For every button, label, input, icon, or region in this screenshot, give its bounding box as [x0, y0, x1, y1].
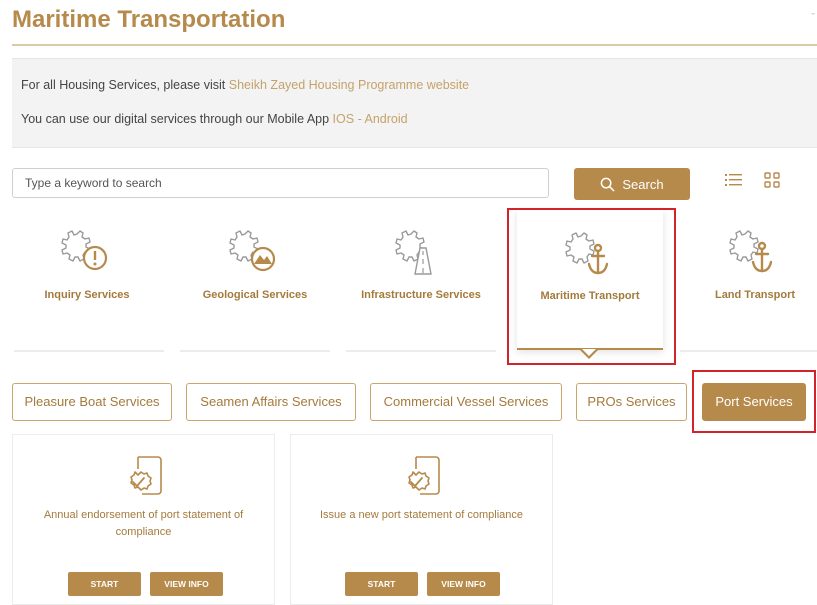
gear-road-icon: [395, 230, 432, 275]
subtab-pleasure-boat-services[interactable]: Pleasure Boat Services: [12, 383, 172, 421]
category-underline: [14, 350, 164, 352]
list-view-icon: [725, 174, 742, 186]
category-label: Land Transport: [714, 289, 796, 301]
category-label: Inquiry Services: [44, 289, 130, 301]
notice-mobile-text: You can use our digital services through…: [21, 112, 333, 126]
notice-box: For all Housing Services, please visit S…: [12, 58, 817, 148]
category-underline: [346, 350, 496, 352]
grid-view-icon: [764, 172, 780, 188]
gear-anchor-icon: [565, 232, 609, 275]
search-input[interactable]: [12, 168, 549, 198]
category-infrastructure-services[interactable]: Infrastructure Services: [346, 228, 496, 318]
housing-programme-link[interactable]: Sheikh Zayed Housing Programme website: [229, 78, 469, 92]
active-category-pointer-fill: [582, 349, 596, 356]
category-underline: [680, 350, 817, 352]
title-divider: [12, 44, 817, 46]
document-check-icon: [130, 456, 162, 495]
gear-mountain-icon: [229, 230, 276, 272]
category-label: Infrastructure Services: [361, 289, 481, 301]
service-card: Annual endorsement of port statement of …: [12, 434, 275, 605]
notice-housing-text: For all Housing Services, please visit: [21, 78, 229, 92]
search-button-label: Search: [622, 176, 664, 192]
service-title: Annual endorsement of port statement of …: [43, 509, 244, 538]
ios-app-link[interactable]: IOS: [333, 112, 355, 126]
gear-exclamation-icon: [61, 230, 108, 271]
category-label: Maritime Transport: [540, 290, 640, 302]
category-maritime-transport[interactable]: Maritime Transport: [517, 210, 663, 350]
subtab-commercial-vessel-services[interactable]: Commercial Vessel Services: [370, 383, 562, 421]
page-title: Maritime Transportation: [12, 6, 286, 33]
document-check-icon: [408, 456, 440, 495]
category-land-transport[interactable]: Land Transport: [680, 228, 817, 318]
start-button[interactable]: START: [68, 572, 141, 596]
start-button[interactable]: START: [345, 572, 418, 596]
search-icon: [601, 177, 615, 192]
android-app-link[interactable]: Android: [365, 112, 408, 126]
view-info-button[interactable]: VIEW INFO: [427, 572, 500, 596]
category-geological-services[interactable]: Geological Services: [180, 228, 330, 318]
notice-line-mobile: You can use our digital services through…: [21, 112, 408, 126]
view-info-button[interactable]: VIEW INFO: [150, 572, 223, 596]
notice-line-housing: For all Housing Services, please visit S…: [21, 78, 469, 92]
category-label: Geological Services: [202, 289, 308, 301]
grid-view-toggle[interactable]: [762, 170, 782, 190]
list-view-toggle[interactable]: [724, 170, 744, 190]
search-button[interactable]: Search: [574, 168, 690, 200]
subtab-seamen-affairs-services[interactable]: Seamen Affairs Services: [186, 383, 356, 421]
gear-anchor-icon: [729, 230, 773, 273]
category-inquiry-services[interactable]: Inquiry Services: [12, 228, 162, 318]
service-card: Issue a new port statement of compliance…: [290, 434, 553, 605]
category-underline: [180, 350, 330, 352]
subtab-pros-services[interactable]: PROs Services: [576, 383, 687, 421]
corner-mark: ˇ: [811, 12, 815, 24]
service-title: Issue a new port statement of compliance: [320, 509, 523, 521]
subtab-port-services[interactable]: Port Services: [702, 383, 806, 421]
link-separator: -: [354, 112, 365, 126]
